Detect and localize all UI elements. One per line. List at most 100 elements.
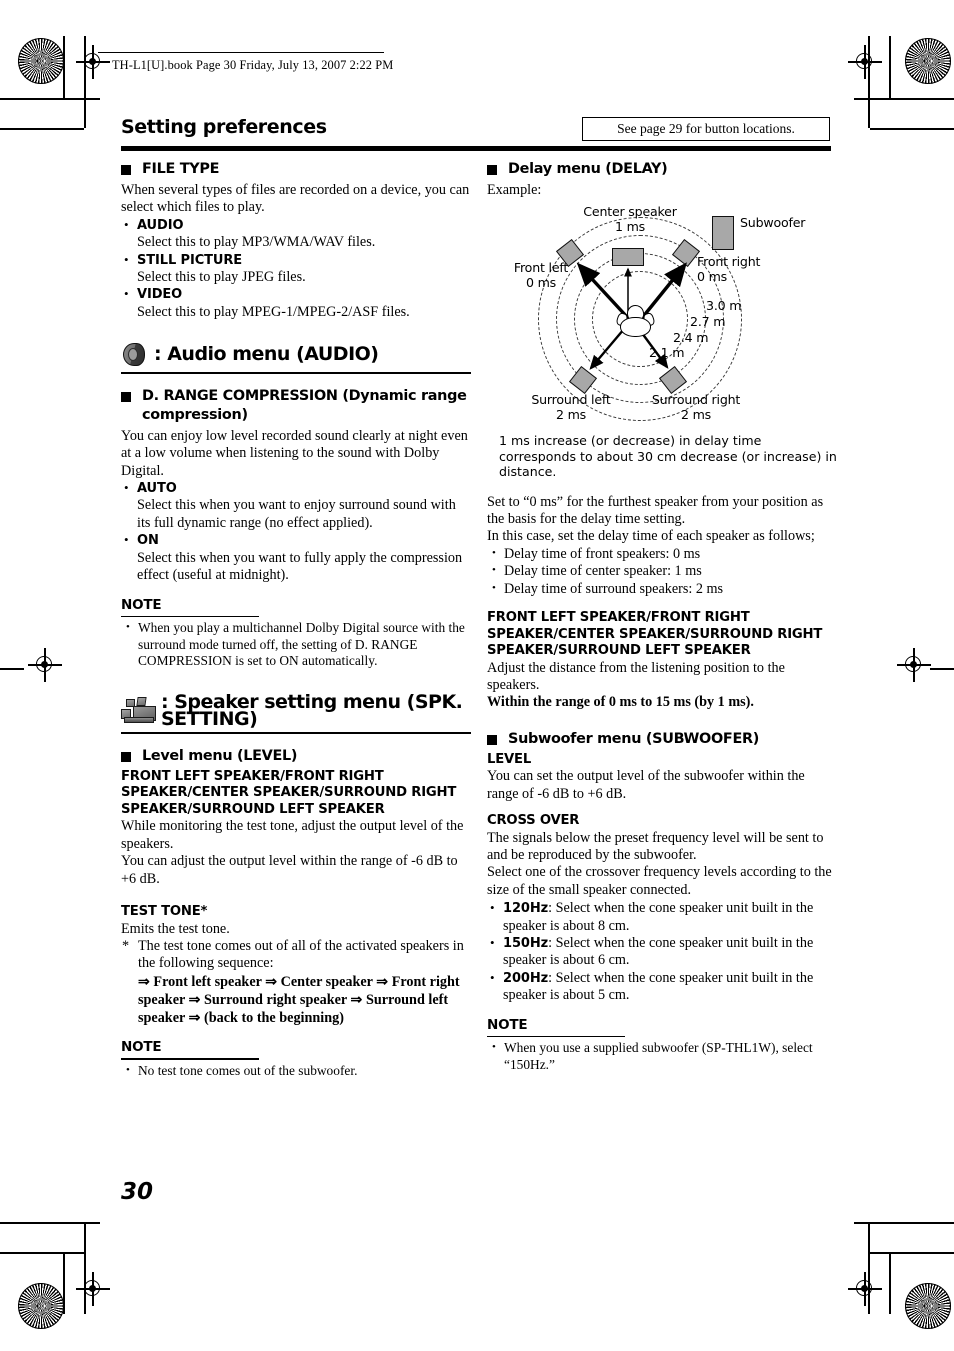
crossover-label: 150Hz <box>503 936 549 952</box>
file-stamp: TH-L1[U].book Page 30 Friday, July 13, 2… <box>112 58 394 72</box>
file-type-list: AUDIO Select this to play MP3/WMA/WAV fi… <box>121 216 471 321</box>
delay-range-body: Within the range of 0 ms to 15 ms (by 1 … <box>487 694 754 711</box>
list-item: VIDEO Select this to play MPEG-1/MPEG-2/… <box>121 285 471 321</box>
heading-d-range-compression: D. RANGE COMPRESSION (Dynamic range comp… <box>121 387 471 425</box>
note-heading: NOTE <box>487 1016 528 1033</box>
level-speakers-caps: FRONT LEFT SPEAKER/FRONT RIGHT SPEAKER/C… <box>121 768 457 817</box>
subwoofer-level-body: You can set the output level of the subw… <box>487 768 805 802</box>
list-item: 150Hz: Select when the cone speaker unit… <box>487 934 837 970</box>
label-surround-right: Surround right 2 ms <box>651 392 741 422</box>
multi-speaker-icon <box>121 696 158 725</box>
heading-delay-menu: Delay menu (DELAY) <box>487 160 837 179</box>
page-title: Setting preferences <box>121 116 327 138</box>
list-item: 120Hz: Select when the cone speaker unit… <box>487 899 837 935</box>
list-item: When you play a multichannel Dolby Digit… <box>121 619 471 669</box>
list-item: AUDIO Select this to play MP3/WMA/WAV fi… <box>121 216 471 252</box>
title-rule <box>121 146 831 151</box>
label-center-speaker: Center speaker 1 ms <box>583 204 677 234</box>
drc-intro: You can enjoy low level recorded sound c… <box>121 427 468 479</box>
list-item: Delay time of surround speakers: 2 ms <box>487 580 837 598</box>
test-tone-body: Emits the test tone. <box>121 920 230 937</box>
level-body-1: While monitoring the test tone, adjust t… <box>121 818 464 852</box>
listener-position-icon <box>615 303 656 339</box>
drc-label: ON <box>137 533 159 549</box>
list-item: Delay time of center speaker: 1 ms <box>487 562 837 580</box>
list-item: When you use a supplied subwoofer (SP-TH… <box>487 1039 837 1073</box>
crossover-desc: : Select when the cone speaker unit buil… <box>503 969 814 1004</box>
right-column: Delay menu (DELAY) Example: Center speak… <box>487 160 837 1073</box>
list-item: AUTO Select this when you want to enjoy … <box>121 479 471 532</box>
list-item: No test tone comes out of the subwoofer. <box>121 1062 471 1079</box>
manual-page: TH-L1[U].book Page 30 Friday, July 13, 2… <box>0 0 954 1351</box>
speaker-placement-diagram: Center speaker 1 ms Subwoofer Front left… <box>487 205 837 433</box>
crossover-label: 120Hz <box>503 901 549 917</box>
file-stamp-rule <box>98 52 384 54</box>
list-item: Delay time of front speakers: 0 ms <box>487 545 837 563</box>
subwoofer-level-heading: LEVEL <box>487 751 532 767</box>
note-rule <box>121 1058 259 1060</box>
label-front-right: Front right 0 ms <box>697 254 761 284</box>
test-tone-footnote-text: The test tone comes out of all of the ac… <box>138 937 464 972</box>
audio-menu-label: : Audio menu (AUDIO) <box>154 343 379 366</box>
cross-over-body-1: The signals below the preset frequency l… <box>487 829 824 863</box>
heading-file-type: FILE TYPE <box>121 160 471 179</box>
spk-menu-label: : Speaker setting menu (SPK. SETTING) <box>161 690 463 730</box>
list-item: 200Hz: Select when the cone speaker unit… <box>487 969 837 1005</box>
label-distance-3-0m: 3.0 m <box>706 298 742 314</box>
cross-over-heading: CROSS OVER <box>487 813 580 829</box>
file-type-intro: When several types of files are recorded… <box>121 182 470 216</box>
delay-body-1: Set to “0 ms” for the furthest speaker f… <box>487 493 824 528</box>
heading-subwoofer-menu: Subwoofer menu (SUBWOOFER) <box>487 730 837 749</box>
asterisk-marker: * <box>122 937 130 954</box>
label-surround-left: Surround left 2 ms <box>531 392 611 422</box>
crossover-label: 200Hz <box>503 970 549 986</box>
square-bullet-icon <box>487 165 497 175</box>
delay-time-list: Delay time of front speakers: 0 ms Delay… <box>487 545 837 598</box>
file-type-desc: Select this to play MPEG-1/MPEG-2/ASF fi… <box>137 303 410 320</box>
label-subwoofer: Subwoofer <box>740 215 806 231</box>
file-type-desc: Select this to play JPEG files. <box>137 269 306 286</box>
label-distance-2-1m: 2.1 m <box>649 345 685 361</box>
test-tone-footnote: * The test tone comes out of all of the … <box>121 938 471 1027</box>
file-type-label: VIDEO <box>137 287 183 303</box>
delay-body-2: In this case, set the delay time of each… <box>487 528 815 545</box>
crossover-desc: : Select when the cone speaker unit buil… <box>503 935 814 969</box>
diagram-caption: 1 ms increase (or decrease) in delay tim… <box>499 433 837 480</box>
note-heading: NOTE <box>121 1038 162 1055</box>
level-body-2: You can adjust the output level within t… <box>121 853 458 887</box>
file-type-desc: Select this to play MP3/WMA/WAV files. <box>137 234 376 251</box>
speaker-cone-icon <box>121 341 151 368</box>
square-bullet-icon <box>121 165 131 175</box>
audio-menu-rule <box>121 372 471 374</box>
square-bullet-icon <box>487 734 497 745</box>
drc-label: AUTO <box>137 481 177 497</box>
delay-adjust-body: Adjust the distance from the listening p… <box>487 659 785 693</box>
see-page-note: See page 29 for button locations. <box>582 117 830 141</box>
square-bullet-icon <box>121 751 131 762</box>
square-bullet-icon <box>121 391 131 402</box>
list-item: ON Select this when you want to fully ap… <box>121 531 471 584</box>
delay-speakers-caps: FRONT LEFT SPEAKER/FRONT RIGHT SPEAKER/C… <box>487 610 823 659</box>
test-tone-sequence: ⇒ Front left speaker ⇒ Center speaker ⇒ … <box>138 973 460 1026</box>
note-rule <box>121 615 259 618</box>
file-type-label: STILL PICTURE <box>137 252 243 268</box>
label-distance-2-4m: 2.4 m <box>673 330 709 346</box>
note-rule <box>487 1036 625 1038</box>
label-distance-2-7m: 2.7 m <box>690 314 726 330</box>
audio-menu-title: : Audio menu (AUDIO) <box>121 341 471 368</box>
drc-desc: Select this when you want to enjoy surro… <box>137 497 456 531</box>
page-number: 30 <box>121 1179 154 1205</box>
left-column: FILE TYPE When several types of files ar… <box>121 160 471 1079</box>
note-heading: NOTE <box>121 596 162 613</box>
spk-menu-title: : Speaker setting menu (SPK. SETTING) <box>121 690 471 730</box>
drc-notes: When you play a multichannel Dolby Digit… <box>121 619 471 669</box>
list-item: STILL PICTURE Select this to play JPEG f… <box>121 251 471 287</box>
spk-menu-rule <box>121 732 471 734</box>
crossover-list: 120Hz: Select when the cone speaker unit… <box>487 899 837 1005</box>
label-front-left: Front left 0 ms <box>513 260 569 290</box>
test-tone-heading: TEST TONE* <box>121 904 208 920</box>
subwoofer-notes: When you use a supplied subwoofer (SP-TH… <box>487 1039 837 1073</box>
test-tone-notes: No test tone comes out of the subwoofer. <box>121 1062 471 1079</box>
cross-over-body-2: Select one of the crossover frequency le… <box>487 864 832 898</box>
crossover-desc: : Select when the cone speaker unit buil… <box>503 900 814 934</box>
